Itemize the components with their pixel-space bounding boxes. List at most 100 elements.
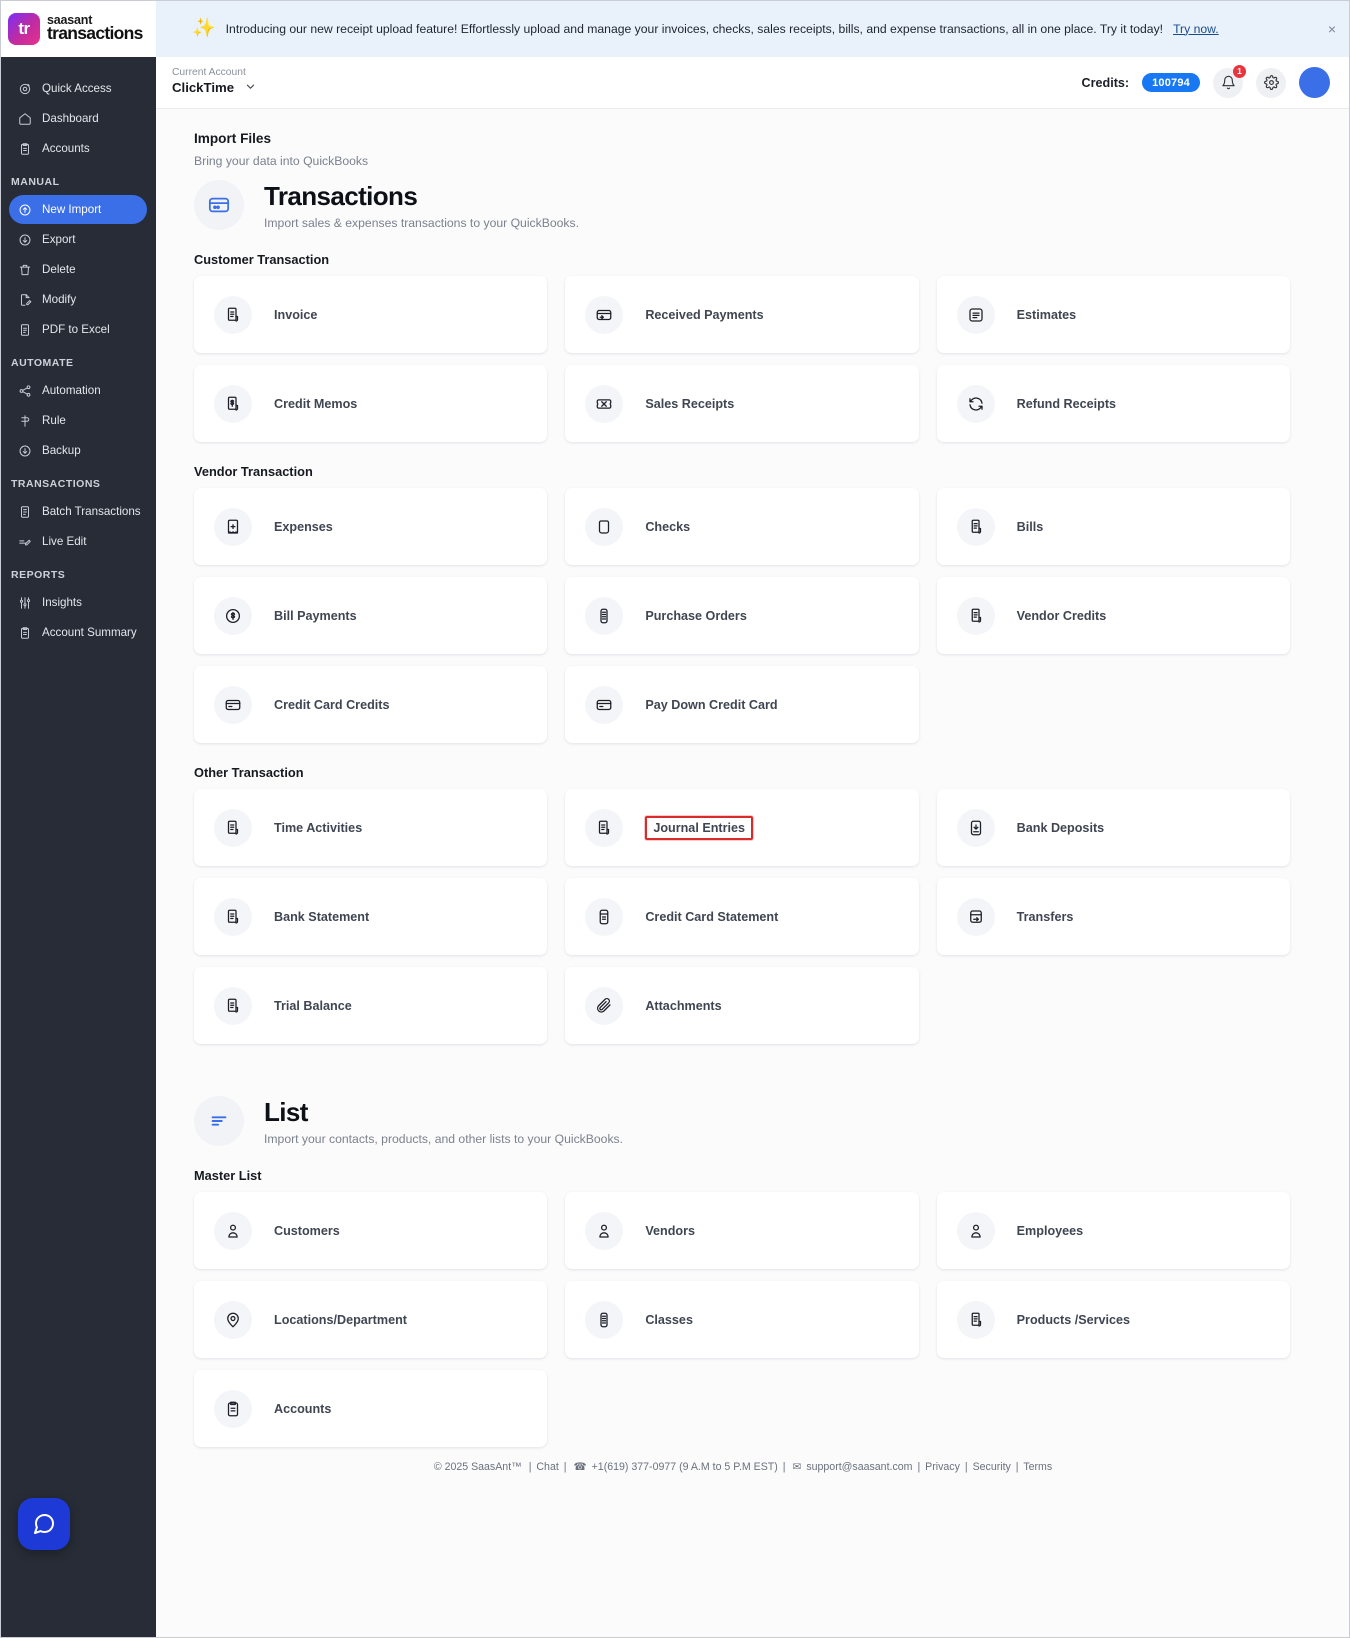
card-invoice[interactable]: Invoice (194, 276, 548, 353)
invoice-icon (214, 897, 252, 936)
paperclip-icon (585, 986, 624, 1025)
sidebar-item-export[interactable]: Export (9, 225, 147, 254)
sidebar-item-backup[interactable]: Backup (9, 436, 147, 465)
close-icon[interactable]: × (1328, 22, 1336, 36)
notifications-button[interactable]: 1 (1213, 64, 1246, 98)
card-purchase-orders[interactable]: Purchase Orders (565, 577, 919, 654)
card-bill-payments[interactable]: Bill Payments (194, 577, 548, 654)
footer: © 2025 SaasAnt™ | Chat | ☎ +1(619) 377-0… (194, 1447, 1290, 1491)
list-section-header: List Import your contacts, products, and… (194, 1096, 1290, 1146)
bell-icon (1221, 75, 1235, 90)
sidebar-item-pdf-to-excel[interactable]: PDF to Excel (9, 315, 147, 344)
settings-button[interactable] (1256, 67, 1286, 98)
card-time-activities[interactable]: Time Activities (194, 789, 548, 866)
sidebar-section-label: MANUAL (11, 176, 60, 188)
home-icon (17, 111, 32, 126)
sidebar-item-label: PDF to Excel (42, 323, 110, 336)
card-bank-deposits[interactable]: Bank Deposits (936, 789, 1290, 866)
card-attachments[interactable]: Attachments (565, 967, 919, 1044)
card-refund-receipts[interactable]: Refund Receipts (936, 365, 1290, 442)
purchase-order-icon (585, 596, 624, 635)
share-nodes-icon (17, 383, 32, 398)
sidebar-section-label: REPORTS (11, 569, 66, 581)
clipboard-icon (17, 141, 32, 156)
card-label: Trial Balance (274, 998, 352, 1013)
sidebar-item-dashboard[interactable]: Dashboard (9, 104, 147, 133)
sidebar-item-label: Insights (42, 596, 82, 609)
card-trial-balance[interactable]: Trial Balance (194, 967, 548, 1044)
account-switcher[interactable]: Current Account ClickTime (172, 67, 256, 97)
purchase-order-icon (585, 1300, 624, 1339)
top-bar: Current Account ClickTime Credits: 10079… (156, 57, 1350, 109)
sidebar-item-quick-access[interactable]: Quick Access (9, 74, 147, 103)
invoice-icon (214, 986, 252, 1025)
footer-phone[interactable]: +1(619) 377-0977 (9 A.M to 5 P.M EST) (592, 1461, 778, 1473)
sidebar-item-batch-transactions[interactable]: Batch Transactions (9, 497, 147, 526)
card-bills[interactable]: Bills (936, 488, 1290, 565)
promo-banner: ✨ Introducing our new receipt upload fea… (156, 0, 1350, 57)
card-products-services[interactable]: Products /Services (936, 1281, 1290, 1358)
sidebar-item-account-summary[interactable]: Account Summary (9, 618, 147, 647)
sidebar-item-rule[interactable]: Rule (9, 406, 147, 435)
invoice-icon (214, 808, 252, 847)
card-label: Received Payments (645, 307, 764, 322)
sidebar-item-insights[interactable]: Insights (9, 588, 147, 617)
sidebar-item-label: Delete (42, 263, 76, 276)
card-credit-card-statement[interactable]: Credit Card Statement (565, 878, 919, 955)
footer-chat-link[interactable]: Chat (536, 1461, 558, 1473)
card-checks[interactable]: Checks (565, 488, 919, 565)
chat-widget-button[interactable] (18, 1498, 70, 1550)
footer-security-link[interactable]: Security (973, 1461, 1011, 1473)
list-groups: Master List Customers Vendors Employees Loca… (194, 1168, 1290, 1447)
try-now-link[interactable]: Try now. (1173, 22, 1219, 36)
footer-terms-link[interactable]: Terms (1023, 1461, 1052, 1473)
sidebar-item-modify[interactable]: Modify (9, 285, 147, 314)
sidebar-item-label: Batch Transactions (42, 505, 141, 518)
upload-cloud-icon (17, 202, 32, 217)
card-employees[interactable]: Employees (936, 1192, 1290, 1269)
sidebar-item-label: Export (42, 233, 76, 246)
sidebar-item-delete[interactable]: Delete (9, 255, 147, 284)
card-journal-entries[interactable]: Journal Entries (565, 789, 919, 866)
footer-privacy-link[interactable]: Privacy (925, 1461, 960, 1473)
card-label: Attachments (645, 998, 722, 1013)
sidebar-item-accounts[interactable]: Accounts (9, 134, 147, 163)
card-label: Credit Card Credits (274, 697, 390, 712)
sidebar-item-live-edit[interactable]: Live Edit (9, 527, 147, 556)
card-estimates[interactable]: Estimates (936, 276, 1290, 353)
sidebar-item-label: Quick Access (42, 82, 112, 95)
card-transfers[interactable]: Transfers (936, 878, 1290, 955)
card-customers[interactable]: Customers (194, 1192, 548, 1269)
download-cloud-icon (17, 232, 32, 247)
footer-sep-2: | (563, 1461, 567, 1473)
card-accounts[interactable]: Accounts (194, 1370, 548, 1447)
card-pay-down-credit-card[interactable]: Pay Down Credit Card (565, 666, 919, 743)
main-area: ✨ Introducing our new receipt upload fea… (156, 0, 1350, 1638)
person-icon (214, 1211, 252, 1250)
card-expenses[interactable]: Expenses (194, 488, 548, 565)
sidebar: tr saasant transactions Quick Access Dash… (0, 0, 156, 1638)
card-credit-card-credits[interactable]: Credit Card Credits (194, 666, 548, 743)
card-label: Expenses (274, 519, 333, 534)
card-label: Locations/Department (274, 1312, 407, 1327)
card-received-payments[interactable]: Received Payments (565, 276, 919, 353)
card-classes[interactable]: Classes (565, 1281, 919, 1358)
card-sales-receipts[interactable]: Sales Receipts (565, 365, 919, 442)
card-credit-memos[interactable]: Credit Memos (194, 365, 548, 442)
sidebar-item-label: Backup (42, 444, 81, 457)
sidebar-item-automation[interactable]: Automation (9, 376, 147, 405)
card-vendor-credits[interactable]: Vendor Credits (936, 577, 1290, 654)
credits-badge[interactable]: 100794 (1142, 73, 1200, 92)
footer-email[interactable]: support@saasant.com (806, 1461, 912, 1473)
file-pdf-icon (17, 322, 32, 337)
avatar[interactable] (1299, 67, 1330, 98)
card-vendors[interactable]: Vendors (565, 1192, 919, 1269)
bill-icon (956, 507, 995, 546)
sidebar-item-new-import[interactable]: New Import (9, 195, 147, 224)
bill-icon (956, 1300, 995, 1339)
mail-icon: ✉ (792, 1461, 802, 1473)
sidebar-item-label: New Import (42, 203, 102, 216)
card-locations-department[interactable]: Locations/Department (194, 1281, 548, 1358)
top-bar-actions: Credits: 100794 1 (1082, 64, 1330, 98)
card-bank-statement[interactable]: Bank Statement (194, 878, 548, 955)
